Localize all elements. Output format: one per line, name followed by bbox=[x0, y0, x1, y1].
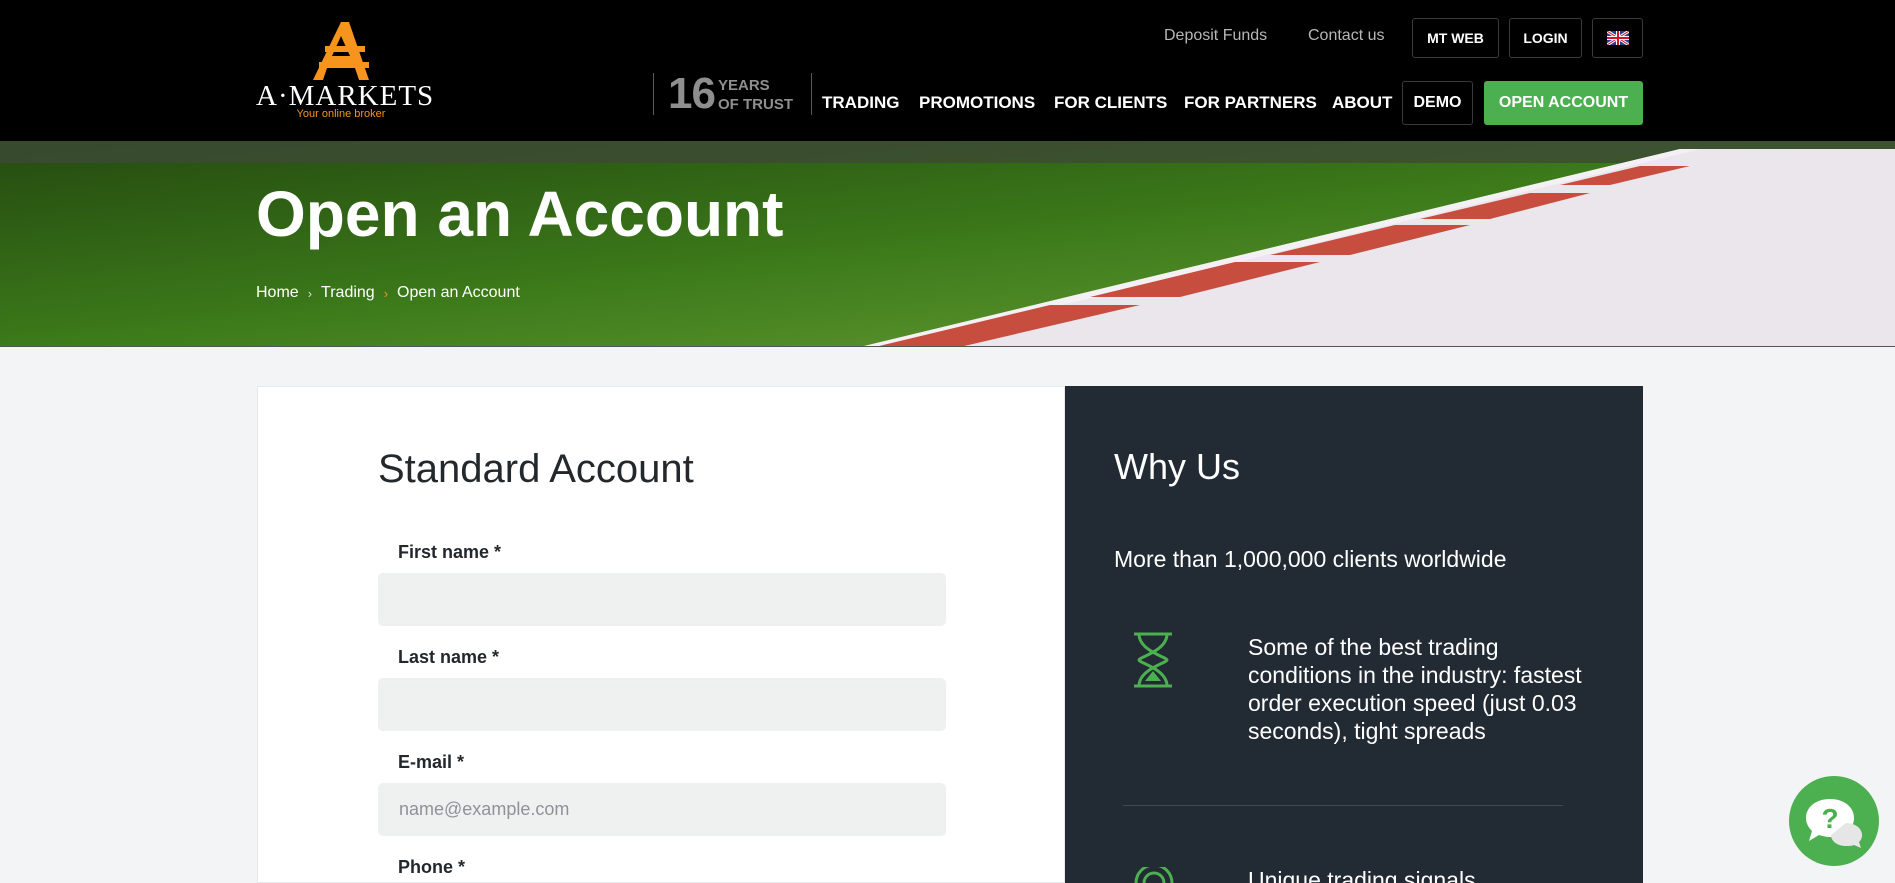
first-name-label: First name * bbox=[398, 542, 502, 562]
logo-mark-icon bbox=[313, 22, 369, 80]
uk-flag-icon bbox=[1606, 31, 1629, 45]
hero-banner: Open an Account Home › Trading › Open an… bbox=[0, 141, 1895, 347]
why-us-title: Why Us bbox=[1114, 446, 1240, 487]
breadcrumb-home[interactable]: Home bbox=[256, 284, 299, 302]
hourglass-icon bbox=[1134, 632, 1172, 688]
mt-web-button[interactable]: MT WEB bbox=[1412, 18, 1499, 58]
registration-form: Standard Account First name * Last name … bbox=[257, 386, 1065, 883]
signal-icon bbox=[1134, 867, 1174, 883]
page-title: Open an Account bbox=[256, 178, 784, 250]
benefit-text-execution: Some of the best trading conditions in t… bbox=[1248, 634, 1582, 744]
amarkets-logo[interactable]: A·MARKETS Your online broker bbox=[256, 22, 433, 122]
help-chat-icon: ? bbox=[1806, 799, 1862, 848]
why-us-panel: Why Us More than 1,000,000 clients world… bbox=[1065, 386, 1643, 883]
breadcrumb: Home › Trading › Open an Account bbox=[256, 284, 520, 302]
nav-about[interactable]: ABOUT bbox=[1332, 93, 1392, 113]
language-selector[interactable] bbox=[1592, 18, 1643, 58]
logo-tagline: Your online broker bbox=[296, 108, 386, 120]
breadcrumb-separator-icon: › bbox=[307, 285, 313, 301]
nav-trading[interactable]: TRADING bbox=[822, 93, 899, 113]
email-label: E-mail * bbox=[398, 752, 465, 772]
years-caption-line2: OF TRUST bbox=[718, 96, 793, 113]
open-account-button[interactable]: OPEN ACCOUNT bbox=[1484, 81, 1643, 125]
site-header: A·MARKETS Your online broker Deposit Fun… bbox=[0, 0, 1895, 141]
login-button[interactable]: LOGIN bbox=[1509, 18, 1582, 58]
nav-for-partners[interactable]: FOR PARTNERS bbox=[1184, 93, 1317, 113]
phone-label: Phone * bbox=[398, 857, 466, 877]
breadcrumb-trading[interactable]: Trading bbox=[321, 284, 375, 302]
form-title: Standard Account bbox=[378, 447, 694, 491]
svg-text:?: ? bbox=[1821, 803, 1838, 834]
deposit-funds-link[interactable]: Deposit Funds bbox=[1164, 27, 1267, 45]
help-chat-button[interactable]: ? bbox=[1789, 776, 1879, 866]
nav-promotions[interactable]: PROMOTIONS bbox=[919, 93, 1035, 113]
nav-for-clients[interactable]: FOR CLIENTS bbox=[1054, 93, 1167, 113]
years-caption: YEARS OF TRUST bbox=[718, 76, 793, 114]
email-input[interactable] bbox=[378, 783, 946, 836]
last-name-input[interactable] bbox=[378, 678, 946, 731]
benefit-divider bbox=[1123, 805, 1563, 806]
breadcrumb-current: Open an Account bbox=[397, 284, 520, 301]
breadcrumb-separator-icon: › bbox=[383, 285, 389, 301]
contact-us-link[interactable]: Contact us bbox=[1308, 27, 1384, 45]
years-divider-left bbox=[653, 73, 654, 115]
benefit-text-signals: Unique trading signals bbox=[1248, 867, 1476, 883]
years-divider-right bbox=[811, 73, 812, 115]
years-number: 16 bbox=[668, 69, 716, 118]
years-caption-line1: YEARS bbox=[718, 77, 770, 94]
last-name-label: Last name * bbox=[398, 647, 500, 667]
clients-count-text: More than 1,000,000 clients worldwide bbox=[1114, 546, 1507, 572]
first-name-input[interactable] bbox=[378, 573, 946, 626]
demo-button[interactable]: DEMO bbox=[1402, 81, 1473, 125]
